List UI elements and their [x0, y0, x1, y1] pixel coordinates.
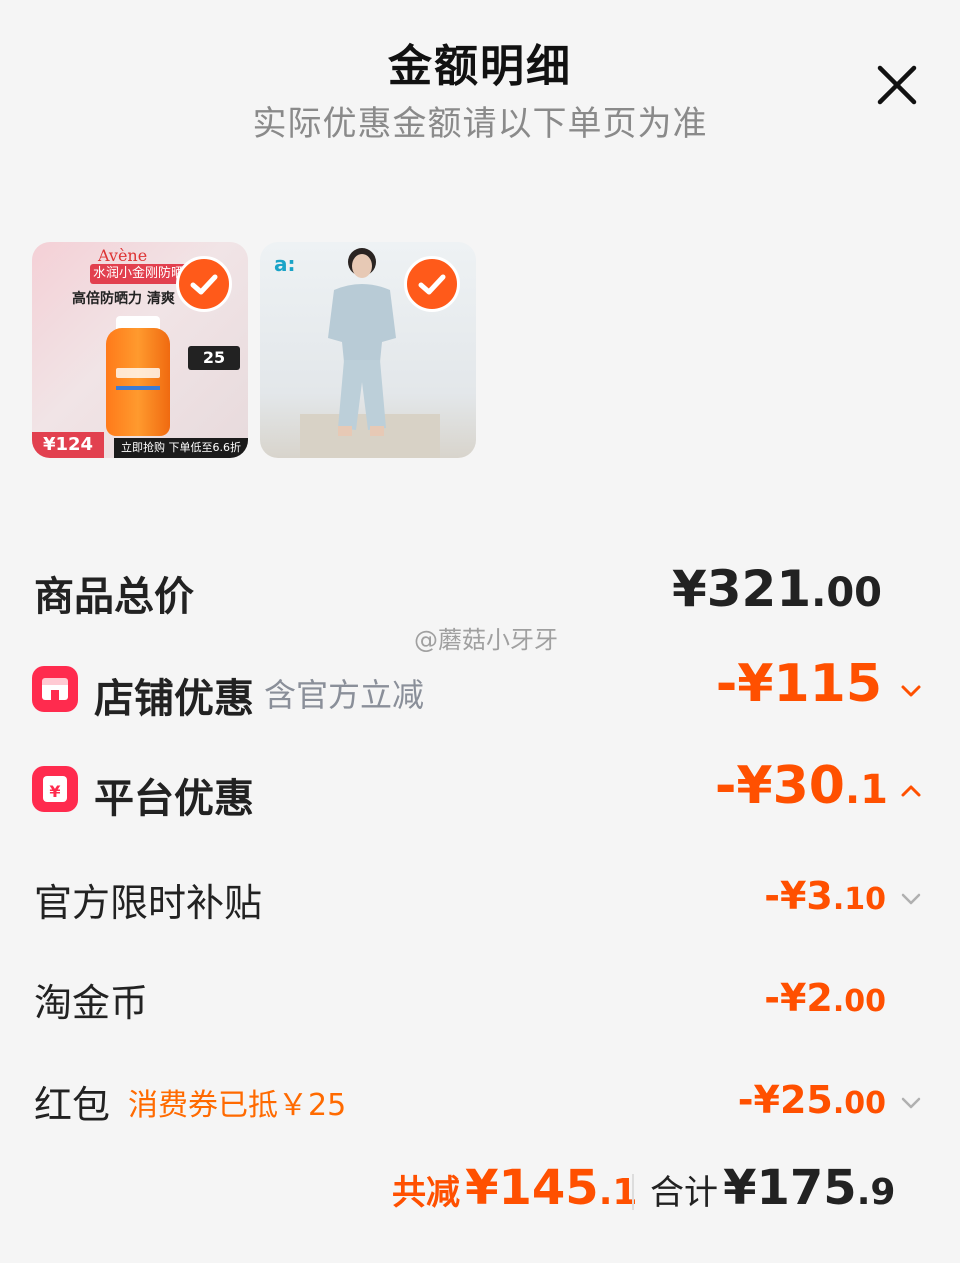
grand-total-int: ¥175: [723, 1160, 857, 1216]
total-discount: 共减 ¥145.1: [392, 1160, 637, 1216]
subsidy-dec: .10: [832, 882, 886, 917]
store-discount-badge: [32, 666, 78, 712]
platform-discount-value: -¥30.1: [715, 756, 888, 816]
close-icon: [877, 65, 917, 105]
taojinbi-int: -¥2: [764, 976, 833, 1020]
red-packet-dec: .00: [832, 1086, 886, 1121]
grand-total-label: 合计: [650, 1173, 718, 1213]
red-packet-note: 消费券已抵￥25: [128, 1088, 347, 1123]
footer-divider: [632, 1174, 634, 1210]
brand-logo: Avène: [98, 246, 148, 265]
svg-text:¥: ¥: [49, 782, 60, 801]
red-packet-value: -¥25.00: [738, 1078, 886, 1122]
platform-icon: ¥: [43, 776, 67, 802]
product-slogan: 高倍防晒力 清爽: [72, 291, 175, 307]
total-discount-label: 共减: [392, 1173, 460, 1213]
taojinbi-label: 淘金币: [34, 981, 149, 1025]
platform-discount-int: -¥30: [714, 756, 845, 816]
chevron-down-icon: [901, 893, 921, 905]
selected-check-2[interactable]: [404, 256, 460, 312]
subsidy-int: -¥3: [764, 874, 833, 918]
goods-total-label: 商品总价: [34, 574, 194, 620]
goods-total-dec: .00: [811, 570, 882, 616]
check-icon: [418, 274, 446, 295]
sunscreen-bottle: [106, 328, 170, 436]
red-packet-label: 红包: [34, 1083, 111, 1127]
taojinbi-dec: .00: [832, 984, 886, 1019]
brand-logo: a:: [274, 252, 296, 276]
platform-discount-dec: .1: [844, 767, 888, 813]
store-discount-label: 店铺优惠: [94, 676, 254, 722]
platform-discount-toggle[interactable]: [898, 778, 924, 808]
selected-check-1[interactable]: [176, 256, 232, 312]
page-subtitle: 实际优惠金额请以下单页为准: [252, 104, 708, 144]
close-button[interactable]: [872, 60, 922, 110]
subsidy-toggle[interactable]: [898, 886, 924, 916]
subsidy-value: -¥3.10: [764, 874, 886, 918]
total-discount-int: ¥145: [465, 1160, 599, 1216]
store-discount-value: -¥115: [715, 654, 882, 714]
red-packet-int: -¥25: [737, 1078, 833, 1122]
page-title: 金额明细: [388, 41, 572, 92]
red-packet-toggle[interactable]: [898, 1090, 924, 1120]
product-footer-text: 立即抢购 下单低至6.6折: [114, 438, 248, 458]
platform-discount-label: 平台优惠: [94, 776, 254, 822]
chevron-down-icon: [901, 1097, 921, 1109]
grand-total: 合计 ¥175.9: [650, 1160, 895, 1216]
goods-total-int: ¥321: [671, 560, 812, 618]
store-discount-toggle[interactable]: [898, 678, 924, 708]
check-icon: [190, 274, 218, 295]
promo-badge: 25: [188, 346, 240, 370]
grand-total-dec: .9: [856, 1172, 896, 1213]
platform-discount-badge: ¥: [32, 766, 78, 812]
watermark: @蘑菇小牙牙: [414, 626, 558, 654]
store-icon: [42, 678, 68, 700]
subsidy-label: 官方限时补贴: [34, 881, 263, 925]
goods-total-value: ¥321.00: [672, 560, 882, 618]
store-discount-note: 含官方立减: [264, 676, 425, 714]
chevron-down-icon: [901, 685, 921, 697]
price-tag: ¥124: [32, 432, 104, 458]
taojinbi-value: -¥2.00: [764, 976, 886, 1020]
chevron-up-icon: [901, 785, 921, 797]
